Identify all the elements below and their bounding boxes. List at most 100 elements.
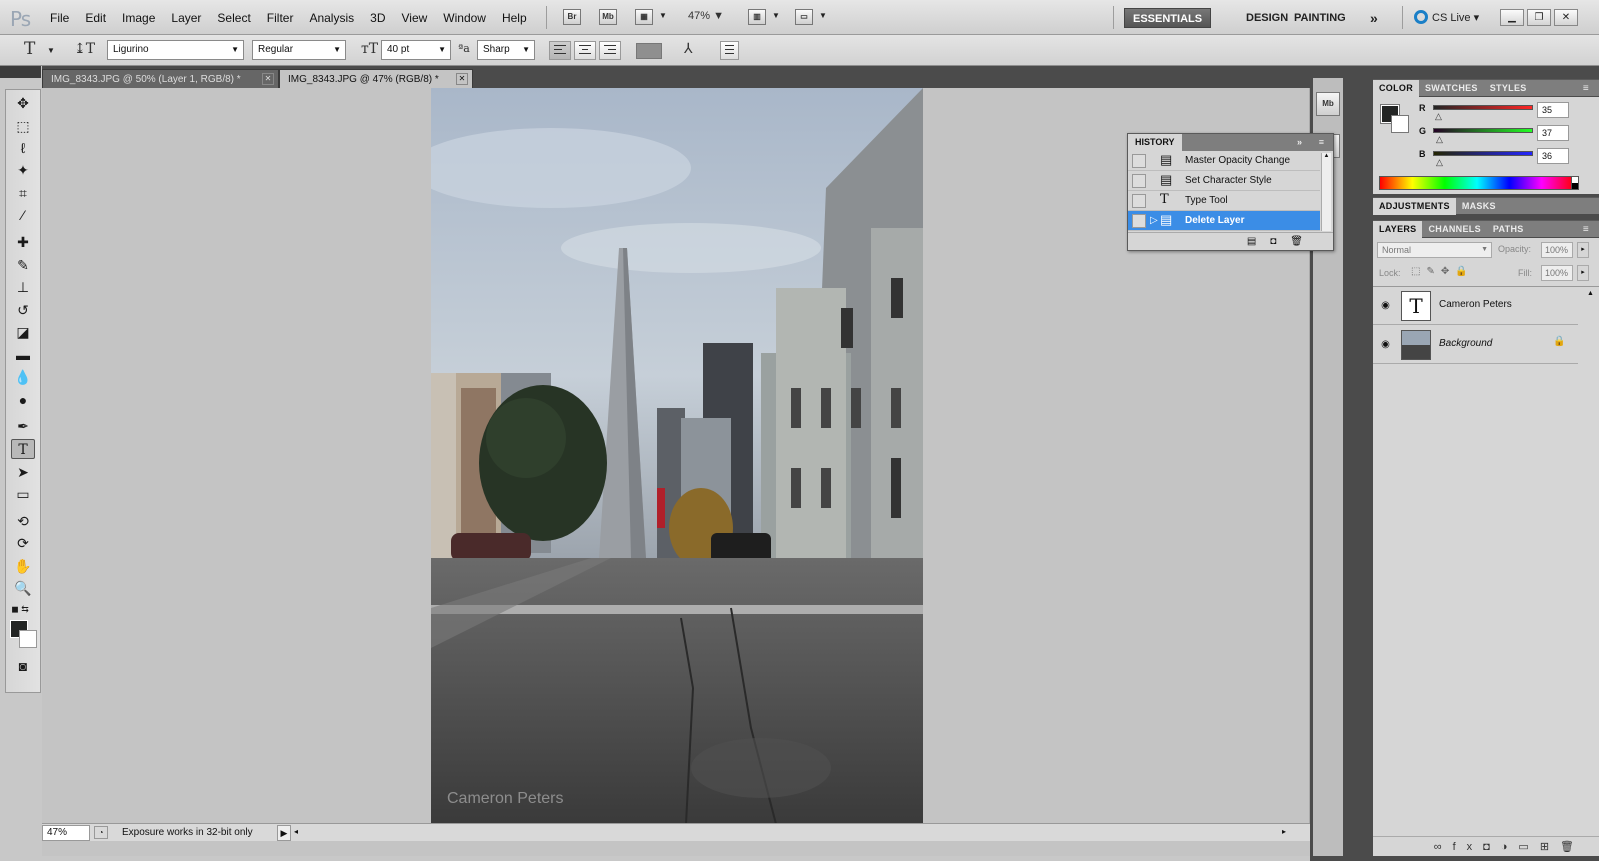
chevron-down-icon[interactable]: ▼ (659, 11, 667, 20)
lock-icons[interactable]: ⬚✎✥🔒 (1411, 266, 1474, 277)
background-color-swatch[interactable] (1391, 115, 1409, 133)
tab-document-2[interactable]: IMG_8343.JPG @ 47% (RGB/8) * ✕ (279, 69, 473, 88)
text-color-swatch[interactable] (636, 43, 662, 59)
tab-paths[interactable]: PATHS (1487, 221, 1530, 238)
magic-wand-tool-icon[interactable]: ✦ (11, 160, 35, 180)
eye-icon[interactable]: ◉ (1379, 299, 1392, 312)
blur-tool-icon[interactable]: 💧 (11, 367, 35, 387)
eyedropper-tool-icon[interactable]: ⁄ (11, 205, 35, 225)
green-slider-thumb[interactable]: △ (1436, 134, 1443, 145)
view-extras-button[interactable]: ▦ (635, 9, 653, 25)
history-item-selected[interactable]: ▷ ▤ Delete Layer (1128, 211, 1320, 231)
menu-layer[interactable]: Layer (171, 11, 201, 25)
panel-menu-icon[interactable]: ≡ (1577, 221, 1595, 238)
history-source-checkbox[interactable] (1132, 154, 1146, 168)
rectangle-tool-icon[interactable]: ▭ (11, 484, 35, 504)
history-brush-tool-icon[interactable]: ↺ (11, 300, 35, 320)
3d-orbit-tool-icon[interactable]: ⟳ (11, 533, 35, 553)
blue-slider-thumb[interactable]: △ (1436, 157, 1443, 168)
workspace-more-button[interactable]: » (1366, 8, 1382, 28)
menu-filter[interactable]: Filter (267, 11, 294, 25)
mini-bridge-button[interactable]: Mb (599, 9, 617, 25)
pen-tool-icon[interactable]: ✒ (11, 416, 35, 436)
history-source-checkbox[interactable] (1132, 174, 1146, 188)
dodge-tool-icon[interactable]: ● (11, 390, 35, 410)
cs-live-menu[interactable]: CS Live ▾ (1414, 10, 1479, 24)
tab-channels[interactable]: CHANNELS (1422, 221, 1486, 238)
red-value-field[interactable]: 35 (1537, 102, 1569, 118)
menu-image[interactable]: Image (122, 11, 155, 25)
opacity-slider-arrow-icon[interactable]: ▸ (1577, 242, 1589, 258)
history-item[interactable]: T Type Tool (1128, 191, 1320, 211)
type-tool-icon[interactable]: T (11, 439, 35, 459)
type-tool-preset-icon[interactable]: T (24, 39, 35, 59)
font-family-select[interactable]: Ligurino ▼ (107, 40, 244, 60)
fill-slider-arrow-icon[interactable]: ▸ (1577, 265, 1589, 281)
status-info-icon[interactable]: ◔ (94, 826, 108, 839)
minimize-button[interactable]: ▁ (1500, 9, 1524, 26)
menu-analysis[interactable]: Analysis (309, 11, 354, 25)
history-source-checkbox[interactable] (1132, 214, 1146, 228)
character-panel-button[interactable] (720, 41, 739, 60)
green-value-field[interactable]: 37 (1537, 125, 1569, 141)
arrange-documents-button[interactable]: ▥ (748, 9, 766, 25)
image-canvas[interactable]: Cameron Peters (431, 88, 923, 824)
zoom-level-select[interactable]: 47% ▼ (688, 10, 724, 22)
font-style-select[interactable]: Regular ▼ (252, 40, 346, 60)
tab-swatches[interactable]: SWATCHES (1419, 80, 1484, 97)
background-color-swatch[interactable] (19, 630, 37, 648)
lasso-tool-icon[interactable]: ℓ (11, 138, 35, 158)
restore-button[interactable]: ❐ (1527, 9, 1551, 26)
close-window-button[interactable]: ✕ (1554, 9, 1578, 26)
anti-alias-select[interactable]: Sharp ▼ (477, 40, 535, 60)
default-colors-icon[interactable]: ◼ ⇆ (8, 599, 32, 619)
menu-help[interactable]: Help (502, 11, 527, 25)
eraser-tool-icon[interactable]: ◪ (11, 322, 35, 342)
color-spectrum-ramp[interactable] (1379, 176, 1575, 190)
menu-view[interactable]: View (401, 11, 427, 25)
tab-color[interactable]: COLOR (1373, 80, 1419, 97)
fill-field[interactable]: 100% (1541, 265, 1573, 281)
align-left-button[interactable] (549, 41, 571, 60)
scroll-left-icon[interactable]: ◂ (294, 827, 298, 836)
path-selection-tool-icon[interactable]: ➤ (11, 462, 35, 482)
panel-menu-icon[interactable]: ≡ (1312, 134, 1331, 151)
green-slider[interactable] (1433, 128, 1533, 133)
bridge-button[interactable]: Br (563, 9, 581, 25)
mini-bridge-panel-button[interactable]: Mb (1316, 92, 1340, 116)
panel-menu-icon[interactable]: ≡ (1577, 80, 1595, 97)
chevron-down-icon[interactable]: ▼ (47, 46, 55, 55)
eye-icon[interactable]: ◉ (1379, 338, 1392, 351)
opacity-field[interactable]: 100% (1541, 242, 1573, 258)
menu-window[interactable]: Window (443, 11, 486, 25)
blue-value-field[interactable]: 36 (1537, 148, 1569, 164)
crop-tool-icon[interactable]: ⌗ (11, 183, 35, 203)
healing-brush-tool-icon[interactable]: ✚ (11, 232, 35, 252)
red-slider-thumb[interactable]: △ (1435, 111, 1442, 122)
workspace-painting-button[interactable]: PAINTING (1286, 8, 1354, 28)
canvas-text-layer[interactable]: Cameron Peters (447, 790, 564, 808)
tab-adjustments[interactable]: ADJUSTMENTS (1373, 198, 1456, 215)
align-center-button[interactable] (574, 41, 596, 60)
menu-3d[interactable]: 3D (370, 11, 385, 25)
tab-masks[interactable]: MASKS (1456, 198, 1502, 215)
quick-mask-icon[interactable]: ◙ (11, 656, 35, 676)
history-footer-buttons[interactable]: ▤◘🗑 (1128, 232, 1333, 250)
blend-mode-select[interactable]: Normal ▼ (1377, 242, 1492, 258)
chevron-down-icon[interactable]: ▼ (819, 11, 827, 20)
tab-document-1[interactable]: IMG_8343.JPG @ 50% (Layer 1, RGB/8) * ✕ (42, 69, 279, 88)
zoom-tool-icon[interactable]: 🔍 (11, 578, 35, 598)
menu-file[interactable]: File (50, 11, 69, 25)
align-right-button[interactable] (599, 41, 621, 60)
chevron-down-icon[interactable]: ▼ (772, 11, 780, 20)
warp-text-icon[interactable]: ⅄ (684, 41, 693, 57)
history-scrollbar[interactable]: ▲ (1321, 153, 1331, 231)
layers-footer-buttons[interactable]: ∞fx◘◑▭⊞🗑 (1373, 836, 1599, 856)
gradient-tool-icon[interactable]: ▬ (11, 345, 35, 365)
history-item[interactable]: ▤ Set Character Style (1128, 171, 1320, 191)
tab-history[interactable]: HISTORY (1128, 134, 1182, 151)
status-menu-arrow-icon[interactable]: ▶ (277, 825, 291, 841)
scroll-right-icon[interactable]: ▸ (1282, 827, 1286, 836)
text-orientation-icon[interactable]: ↨T (74, 41, 95, 57)
tab-styles[interactable]: STYLES (1484, 80, 1533, 97)
